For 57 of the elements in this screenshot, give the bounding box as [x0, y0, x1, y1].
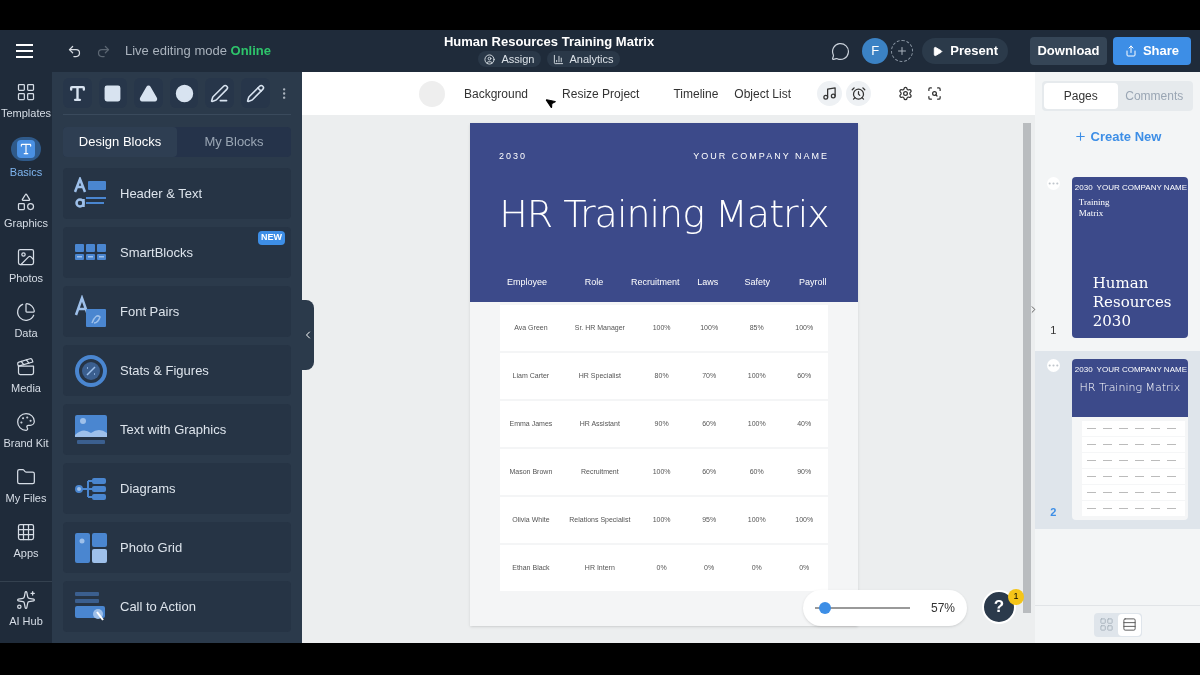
column-header: Role [583, 275, 605, 289]
live-mode-status: Live editing mode Online [125, 42, 271, 61]
rail-item[interactable]: Templates [0, 78, 52, 133]
rail-item[interactable]: Media [0, 353, 52, 408]
panel-tab[interactable]: Design Blocks [63, 127, 177, 157]
page-number: 2 [1050, 505, 1057, 520]
toolbar-item[interactable]: Resize Project [562, 84, 640, 103]
notification-badge: 1 [1008, 589, 1024, 605]
thumbnail-subtitle: Training Matrix [1078, 196, 1111, 219]
column-header: Payroll [797, 275, 828, 289]
toolbar-item[interactable]: Background [464, 84, 529, 103]
assign-link[interactable]: Assign [478, 51, 541, 67]
thumbnail-title: HR Training Matrix [1078, 379, 1181, 396]
analytics-link[interactable]: Analytics [546, 51, 620, 67]
block-item[interactable]: Header & Text [63, 168, 291, 219]
column-header: Recruitment [630, 275, 681, 289]
thumbnail-company: YOUR COMPANY NAME [1096, 364, 1187, 374]
block-item[interactable]: Stats & Figures [63, 345, 291, 396]
rail-item[interactable]: Brand Kit [0, 408, 52, 463]
block-item[interactable]: Text with Graphics [63, 404, 291, 455]
block-item[interactable]: Call to Action [63, 581, 291, 632]
document-year: 2030 [499, 150, 528, 163]
toolbar-item[interactable]: Object List [734, 84, 792, 103]
rail-item[interactable]: My Files [0, 463, 52, 518]
thumbnail-company: YOUR COMPANY NAME [1096, 182, 1187, 192]
user-avatar[interactable]: F [862, 38, 889, 64]
download-button[interactable]: Download [1030, 37, 1107, 65]
page-thumbnail[interactable]: 2030 YOUR COMPANY NAME HR Training Matrix [1071, 358, 1188, 520]
block-item[interactable]: SmartBlocks NEW [63, 227, 291, 278]
panel-tab[interactable]: Pages [1044, 83, 1118, 109]
toolbar-item[interactable]: Timeline [673, 84, 719, 103]
page-thumbnail[interactable]: 2030 YOUR COMPANY NAME Training Matrix Human Resources 2030 [1071, 176, 1188, 338]
page-item[interactable]: 2 2030 YOUR COMPANY NAME HR Training Matrix [1035, 350, 1200, 529]
thumbnail-year: 2030 [1074, 182, 1093, 192]
block-item[interactable]: Photo Grid [63, 522, 291, 573]
column-header: Safety [743, 275, 772, 289]
rail-item[interactable]: Apps [0, 518, 52, 573]
rail-item[interactable]: Photos [0, 243, 52, 298]
document-title: Human Resources Training Matrix [443, 34, 655, 50]
company-name: YOUR COMPANY NAME [693, 150, 829, 163]
rail-item[interactable]: AI Hub [0, 586, 52, 641]
rail-item[interactable]: Graphics [0, 188, 52, 243]
present-button[interactable]: Present [922, 38, 1008, 64]
panel-tab[interactable]: My Blocks [177, 127, 291, 157]
page-number: 1 [1050, 323, 1057, 338]
thumbnail-year: 2030 [1074, 364, 1093, 374]
block-item[interactable]: Diagrams [63, 463, 291, 514]
rail-item[interactable]: Basics [0, 133, 52, 188]
column-header: Employee [505, 275, 548, 289]
column-header: Laws [696, 275, 720, 289]
document-title: HR Training Matrix [499, 191, 829, 236]
page-item[interactable]: 1 2030 YOUR COMPANY NAME Training Matrix Human Resources 2030 [1035, 168, 1200, 347]
block-item[interactable]: Font Pairs [63, 286, 291, 337]
zoom-reading: 57% [930, 600, 955, 617]
thumbnail-title: Human Resources 2030 [1092, 273, 1173, 331]
new-badge: NEW [258, 231, 285, 245]
rail-item[interactable]: Data [0, 298, 52, 353]
